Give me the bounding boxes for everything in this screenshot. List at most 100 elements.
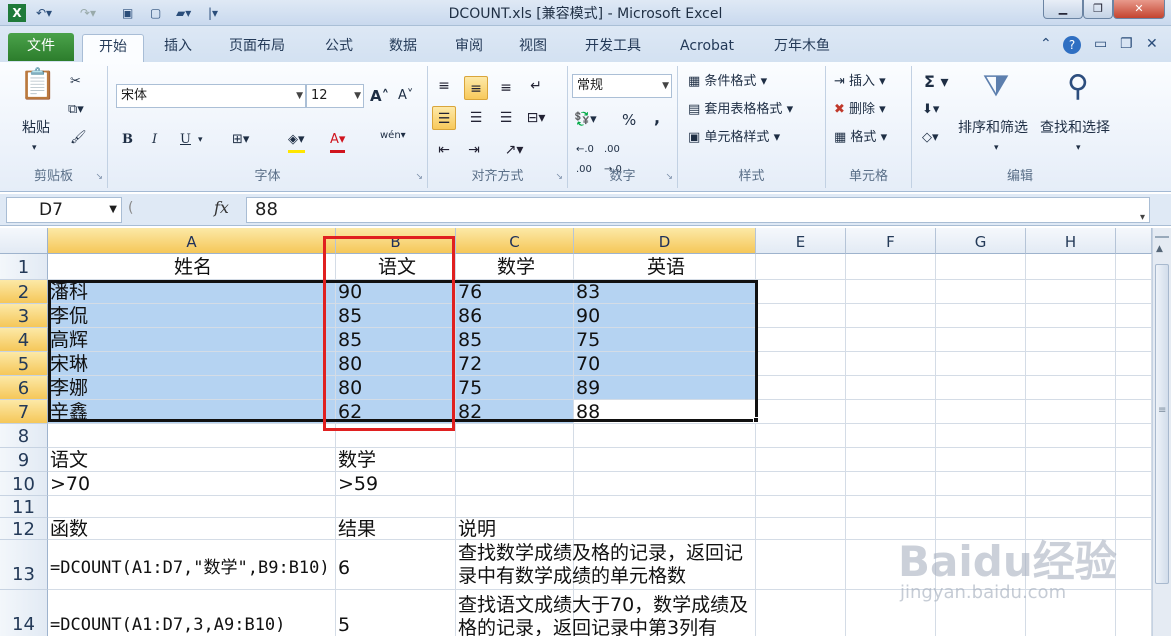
tab-file[interactable]: 文件 — [8, 33, 74, 61]
cell-bg[interactable] — [1116, 254, 1152, 280]
cell-bg[interactable] — [1116, 448, 1152, 472]
align-middle-icon[interactable]: ≡ — [464, 76, 488, 100]
cell-bg[interactable] — [48, 424, 336, 448]
cell-bg[interactable] — [756, 496, 846, 518]
column-header-g[interactable]: G — [936, 228, 1026, 254]
sort-filter-icon[interactable]: ⧩ — [976, 70, 1016, 104]
cell-bg[interactable] — [456, 424, 574, 448]
cell-bg[interactable] — [1026, 540, 1116, 590]
cell-bg[interactable] — [574, 448, 756, 472]
autosum-button[interactable]: Σ ▾ — [924, 72, 949, 92]
column-header-e[interactable]: E — [756, 228, 846, 254]
insert-function-button[interactable]: fx — [214, 198, 229, 217]
cell-bg[interactable] — [1116, 280, 1152, 304]
cell-bg[interactable] — [756, 590, 846, 636]
paste-dropdown-icon[interactable]: ▾ — [32, 138, 37, 158]
tab-developer[interactable]: 开发工具 — [570, 34, 656, 62]
cell-r1-0[interactable]: 姓名 — [48, 254, 336, 280]
cell-bg[interactable] — [756, 352, 846, 376]
cell-r4-2[interactable]: 85 — [456, 328, 574, 352]
row-header-8[interactable]: 8 — [0, 424, 48, 448]
cell-bg[interactable] — [936, 448, 1026, 472]
tab-wannianmuyu[interactable]: 万年木鱼 — [760, 34, 844, 62]
cell-r5-1[interactable]: 80 — [336, 352, 456, 376]
cell-r3-1[interactable]: 85 — [336, 304, 456, 328]
row-header-13[interactable]: 13 — [0, 540, 48, 590]
fill-color-icon[interactable]: ◈▾ — [288, 130, 305, 153]
conditional-format-button[interactable]: ▦ 条件格式 ▾ — [688, 72, 767, 92]
cell-r12-0[interactable]: 函数 — [48, 518, 336, 540]
cell-bg[interactable] — [936, 400, 1026, 424]
currency-icon[interactable]: 💱▾ — [574, 110, 597, 130]
cell-r5-3[interactable]: 70 — [574, 352, 756, 376]
cell-bg[interactable] — [756, 518, 846, 540]
cell-bg[interactable] — [1116, 518, 1152, 540]
cell-bg[interactable] — [846, 590, 936, 636]
cell-bg[interactable] — [1116, 496, 1152, 518]
cell-bg[interactable] — [1116, 590, 1152, 636]
column-header-h[interactable]: H — [1026, 228, 1116, 254]
cell-r2-3[interactable]: 83 — [574, 280, 756, 304]
italic-button[interactable]: I — [152, 130, 157, 150]
cell-r14-0[interactable]: =DCOUNT(A1:D7,3,A9:B10) — [48, 590, 336, 636]
cell-bg[interactable] — [846, 400, 936, 424]
cell-bg[interactable] — [456, 472, 574, 496]
cell-bg[interactable] — [846, 304, 936, 328]
paste-button[interactable]: 粘贴 — [22, 118, 50, 138]
paste-icon[interactable]: 📋 — [18, 68, 58, 102]
cell-bg[interactable] — [574, 424, 756, 448]
cell-bg[interactable] — [936, 472, 1026, 496]
cell-r2-1[interactable]: 90 — [336, 280, 456, 304]
close-button[interactable]: ✕ — [1113, 0, 1165, 19]
doc-minimize-icon[interactable]: ▭ — [1094, 36, 1107, 52]
cell-bg[interactable] — [336, 424, 456, 448]
cell-r3-3[interactable]: 90 — [574, 304, 756, 328]
split-box-icon[interactable] — [1155, 230, 1169, 238]
number-format-combo[interactable]: 常规 ▼ — [572, 74, 672, 98]
cell-r14-1[interactable]: 5 — [336, 590, 456, 636]
cell-bg[interactable] — [1026, 254, 1116, 280]
row-header-12[interactable]: 12 — [0, 518, 48, 540]
alignment-launcher-icon[interactable]: ↘ — [555, 172, 563, 182]
format-painter-icon[interactable]: 🖌 — [70, 128, 87, 148]
tab-data[interactable]: 数据 — [374, 34, 432, 62]
font-size-combo[interactable]: 12 ▼ — [306, 84, 364, 108]
align-center-icon[interactable]: ☰ — [464, 106, 488, 130]
cell-bg[interactable] — [1026, 352, 1116, 376]
minimize-button[interactable]: ▁ — [1043, 0, 1083, 19]
row-header-2[interactable]: 2 — [0, 280, 48, 304]
cell-r3-2[interactable]: 86 — [456, 304, 574, 328]
cell-bg[interactable] — [936, 280, 1026, 304]
cell-bg[interactable] — [936, 254, 1026, 280]
cell-bg[interactable] — [1116, 376, 1152, 400]
increase-indent-icon[interactable]: ⇥ — [462, 138, 486, 162]
cell-bg[interactable] — [756, 424, 846, 448]
decrease-indent-icon[interactable]: ⇤ — [432, 138, 456, 162]
underline-button[interactable]: U — [180, 130, 191, 150]
cell-bg[interactable] — [936, 496, 1026, 518]
percent-button[interactable]: % — [622, 110, 636, 130]
doc-close-icon[interactable]: ✕ — [1146, 36, 1158, 52]
row-header-7[interactable]: 7 — [0, 400, 48, 424]
cell-r10-0[interactable]: >70 — [48, 472, 336, 496]
tab-acrobat[interactable]: Acrobat — [668, 34, 746, 62]
cell-bg[interactable] — [936, 352, 1026, 376]
row-header-1[interactable]: 1 — [0, 254, 48, 280]
cell-bg[interactable] — [1026, 518, 1116, 540]
clear-icon[interactable]: ◇▾ — [922, 128, 939, 148]
cell-r1-1[interactable]: 语文 — [336, 254, 456, 280]
tab-formulas[interactable]: 公式 — [310, 34, 368, 62]
cell-bg[interactable] — [846, 280, 936, 304]
tab-insert[interactable]: 插入 — [150, 34, 206, 62]
cell-r6-0[interactable]: 李娜 — [48, 376, 336, 400]
column-header-b[interactable]: B — [336, 228, 456, 254]
cell-bg[interactable] — [1026, 590, 1116, 636]
cell-r13-1[interactable]: 6 — [336, 540, 456, 590]
cell-bg[interactable] — [936, 376, 1026, 400]
cell-bg[interactable] — [846, 540, 936, 590]
row-header-9[interactable]: 9 — [0, 448, 48, 472]
grow-font-button[interactable]: A˄ — [370, 86, 389, 106]
row-header-5[interactable]: 5 — [0, 352, 48, 376]
cell-bg[interactable] — [936, 304, 1026, 328]
cell-r2-2[interactable]: 76 — [456, 280, 574, 304]
